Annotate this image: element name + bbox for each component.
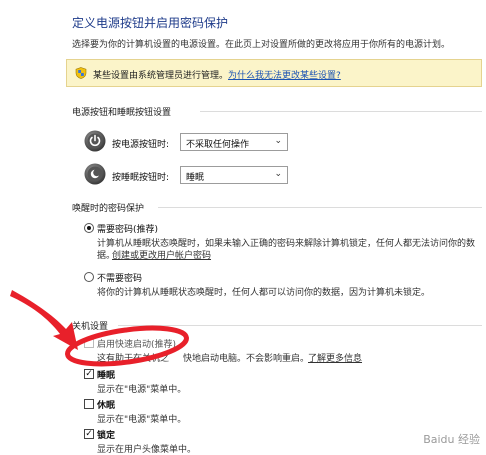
page-subtitle: 选择要为你的计算机设置的电源设置。在此页上对设置所做的更改将应用于你所有的电源计… [72, 40, 451, 50]
baidu-watermark: Baidu 经验 [423, 433, 480, 446]
sleep-checkbox[interactable]: ✓ [84, 369, 94, 379]
fast-startup-label: 启用快速启动(推荐) [97, 340, 177, 350]
learn-more-link[interactable]: 了解更多信息 [308, 351, 362, 364]
power-button-action-select[interactable]: 不采取任何操作 ⌄ [180, 133, 288, 151]
require-password-label: 需要密码(推荐) [97, 225, 159, 235]
section-divider [158, 207, 482, 208]
fast-startup-checkbox[interactable] [84, 338, 94, 348]
section-divider [200, 111, 482, 112]
sleep-button-action-select[interactable]: 睡眠 ⌄ [180, 166, 288, 184]
section-divider [118, 325, 482, 326]
sleep-option-desc: 显示在"电源"菜单中。 [97, 385, 187, 395]
annotation-arrow [10, 290, 78, 350]
require-password-radio[interactable] [84, 223, 94, 233]
hibernate-option-label: 休眠 [97, 401, 116, 411]
why-cant-change-link[interactable]: 为什么我无法更改某些设置? [228, 71, 341, 81]
chevron-down-icon: ⌄ [274, 136, 282, 146]
sleep-button-action-value: 睡眠 [186, 173, 205, 183]
lock-checkbox[interactable]: ✓ [84, 429, 94, 439]
lock-option-label: 锁定 [97, 431, 116, 441]
power-button-icon [84, 130, 106, 152]
power-buttons-heading: 电源按钮和睡眠按钮设置 [72, 108, 172, 118]
fast-startup-desc-a: 这有助于在关机之 [97, 354, 170, 364]
hibernate-option-desc: 显示在"电源"菜单中。 [97, 415, 187, 425]
lock-option-desc: 显示在用户头像菜单中。 [97, 445, 197, 455]
page-title: 定义电源按钮并启用密码保护 [72, 16, 229, 30]
info-text: 某些设置由系统管理员进行管理。为什么我无法更改某些设置? [93, 68, 341, 81]
sleep-button-label: 按睡眠按钮时: [112, 173, 170, 183]
info-message: 某些设置由系统管理员进行管理。 [93, 71, 229, 81]
no-password-radio[interactable] [84, 272, 94, 282]
no-password-desc: 将你的计算机从睡眠状态唤醒时，任何人都可以访问你的数据，因为计算机未锁定。 [97, 288, 431, 298]
chevron-down-icon: ⌄ [274, 169, 282, 179]
power-button-action-value: 不采取任何操作 [186, 140, 250, 150]
sleep-button-icon [84, 163, 106, 185]
power-button-label: 按电源按钮时: [112, 140, 170, 150]
admin-info-bar: 某些设置由系统管理员进行管理。为什么我无法更改某些设置? [66, 59, 482, 87]
no-password-label: 不需要密码 [97, 274, 143, 284]
shield-icon [75, 67, 87, 79]
wake-password-heading: 唤醒时的密码保护 [72, 204, 145, 214]
fast-startup-desc-b: 快地启动电脑。不会影响重启。 [183, 354, 310, 364]
shutdown-heading: 关机设置 [72, 322, 109, 332]
sleep-option-label: 睡眠 [97, 371, 116, 381]
create-password-link[interactable]: 创建或更改用户帐户密码 [112, 248, 211, 261]
hibernate-checkbox[interactable] [84, 399, 94, 409]
